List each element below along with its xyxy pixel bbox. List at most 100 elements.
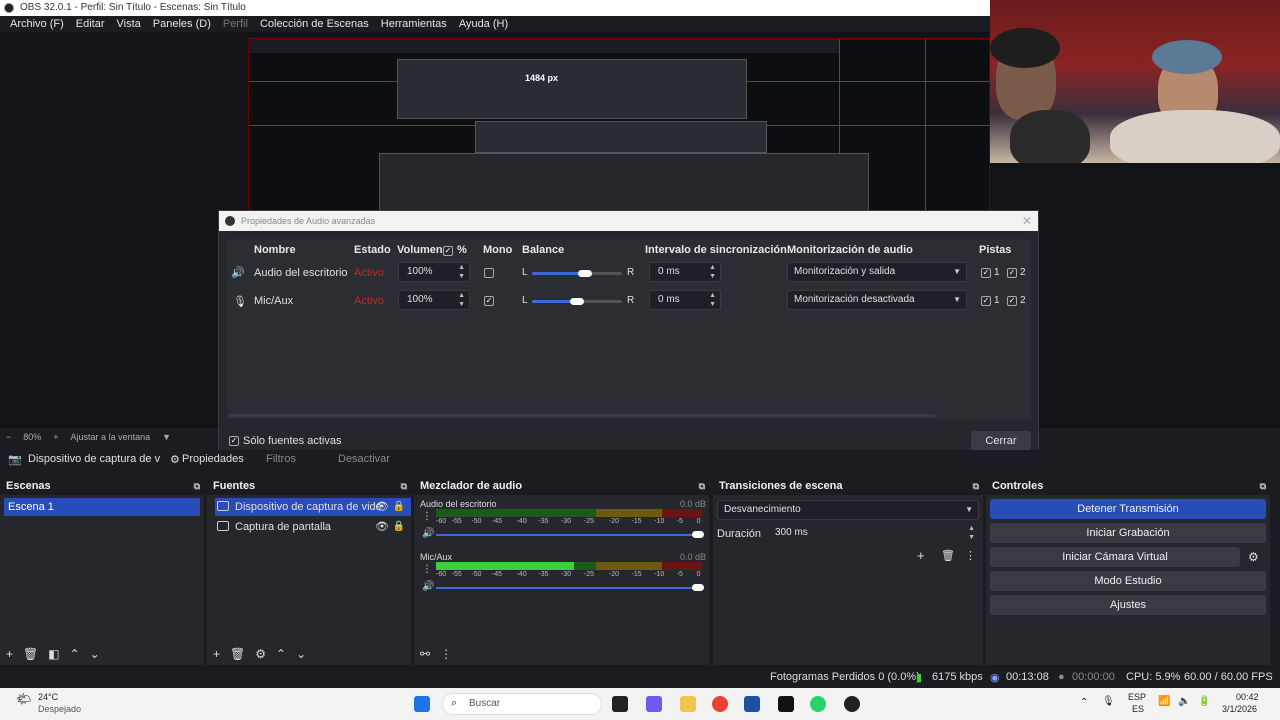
store-icon[interactable] (744, 696, 760, 712)
source-item[interactable]: Captura de pantalla 👁 🔒 (215, 518, 411, 536)
volume-percent-checkbox[interactable]: ✓ (443, 246, 453, 256)
speaker-icon[interactable]: 🔊 (422, 581, 434, 592)
copilot-icon[interactable] (646, 696, 662, 712)
undock-icon[interactable]: ⧉ (699, 477, 705, 495)
taskbar-search[interactable]: ⌕ Buscar (442, 693, 602, 715)
filter-icon[interactable]: ◧ (48, 647, 59, 661)
volume-slider[interactable] (436, 587, 698, 589)
undock-icon[interactable]: ⧉ (1260, 477, 1266, 495)
tiktok-icon[interactable] (778, 696, 794, 712)
duration-spinbox[interactable]: 300 ms ▲ ▼ (767, 524, 979, 544)
track-1-checkbox[interactable]: ✓ (981, 268, 991, 278)
language[interactable]: ESP (1128, 692, 1146, 702)
volume-slider-handle[interactable] (692, 584, 704, 591)
menu-scene-collection[interactable]: Colección de Escenas (254, 16, 375, 32)
chevron-up-icon[interactable]: ⌃ (70, 647, 80, 661)
track-1-checkbox[interactable]: ✓ (981, 296, 991, 306)
sync-offset-spinbox[interactable]: 0 ms ▲ ▼ (649, 290, 721, 310)
chevron-down-icon[interactable]: ⌄ (90, 647, 100, 661)
eye-icon[interactable]: 👁 (375, 498, 389, 516)
monitoring-select[interactable]: Monitorización desactivada ▼ (787, 290, 967, 310)
webcam-feed (990, 0, 1280, 163)
obs-taskbar-icon[interactable] (844, 696, 860, 712)
link-icon[interactable]: ⚯ (420, 647, 430, 661)
close-icon[interactable]: ✕ (1022, 211, 1032, 231)
scene-item[interactable]: Escena 1 (4, 498, 200, 516)
fit-to-window[interactable]: Ajustar a la ventana (71, 432, 151, 442)
spin-arrows-icon[interactable]: ▲ ▼ (458, 263, 465, 281)
spin-arrows-icon[interactable]: ▲ ▼ (968, 524, 975, 542)
chevron-up-icon[interactable]: ⌃ (276, 647, 286, 661)
undock-icon[interactable]: ⧉ (973, 477, 979, 495)
zoom-in-icon[interactable]: + (53, 432, 58, 442)
volume-spinbox[interactable]: 100% ▲ ▼ (398, 290, 470, 310)
spin-arrows-icon[interactable]: ▲ ▼ (709, 263, 716, 281)
menu-file[interactable]: Archivo (F) (4, 16, 70, 32)
chrome-icon[interactable] (712, 696, 728, 712)
zoom-out-icon[interactable]: − (6, 432, 11, 442)
more-icon[interactable]: ⋮ (965, 549, 976, 562)
more-icon[interactable]: ⋮ (440, 647, 452, 661)
filters-button[interactable]: Filtros (266, 453, 296, 465)
volume-icon[interactable]: 🔈 (1178, 696, 1190, 707)
studio-mode-button[interactable]: Modo Estudio (990, 571, 1266, 591)
windows-start-icon[interactable] (414, 696, 430, 712)
properties-button[interactable]: Propiedades (182, 453, 244, 465)
transition-select[interactable]: Desvanecimiento ▼ (717, 500, 979, 520)
balance-slider-handle[interactable] (570, 298, 584, 305)
monitoring-select[interactable]: Monitorización y salida ▼ (787, 262, 967, 282)
menu-tools[interactable]: Herramientas (375, 16, 453, 32)
menu-help[interactable]: Ayuda (H) (453, 16, 514, 32)
menu-edit[interactable]: Editar (70, 16, 111, 32)
deactivate-button[interactable]: Desactivar (338, 453, 390, 465)
gear-icon[interactable]: ⚙ (1248, 550, 1259, 564)
spin-arrows-icon[interactable]: ▲ ▼ (458, 291, 465, 309)
clock-time[interactable]: 00:42 (1236, 692, 1259, 702)
undock-icon[interactable]: ⧉ (401, 477, 407, 495)
volume-spinbox[interactable]: 100% ▲ ▼ (398, 262, 470, 282)
chevron-up-icon[interactable]: ⌃ (1080, 697, 1088, 708)
trash-icon[interactable]: 🗑 (230, 647, 245, 661)
microphone-icon[interactable]: 🎙 (1102, 696, 1115, 707)
battery-icon[interactable]: 🔋 (1198, 696, 1210, 707)
settings-button[interactable]: Ajustes (990, 595, 1266, 615)
chevron-down-icon[interactable]: ▼ (162, 432, 171, 442)
add-icon[interactable]: + (213, 647, 220, 661)
gear-icon[interactable]: ⚙ (255, 647, 266, 661)
terminal-icon[interactable] (612, 696, 628, 712)
lock-icon[interactable]: 🔒 (393, 518, 405, 536)
close-button[interactable]: Cerrar (971, 431, 1031, 451)
wifi-icon[interactable]: 📶 (1158, 696, 1170, 707)
balance-slider-handle[interactable] (578, 270, 592, 277)
volume-slider-handle[interactable] (692, 531, 704, 538)
menu-profile[interactable]: Perfil (217, 16, 254, 32)
start-virtual-camera-button[interactable]: Iniciar Cámara Virtual (990, 547, 1240, 567)
lock-icon[interactable]: 🔒 (393, 498, 405, 516)
mono-checkbox[interactable] (484, 268, 494, 278)
track-2-checkbox[interactable]: ✓ (1007, 268, 1017, 278)
trash-icon[interactable]: 🗑 (23, 647, 38, 661)
file-explorer-icon[interactable] (680, 696, 696, 712)
add-icon[interactable]: + (6, 647, 13, 661)
speaker-icon[interactable]: 🔊 (422, 528, 434, 539)
add-icon[interactable]: + (917, 548, 925, 563)
undock-icon[interactable]: ⧉ (194, 477, 200, 495)
horizontal-scrollbar[interactable] (229, 414, 935, 417)
start-recording-button[interactable]: Iniciar Grabación (990, 523, 1266, 543)
stop-streaming-button[interactable]: Detener Transmisión (990, 499, 1266, 519)
trash-icon[interactable]: 🗑 (941, 549, 955, 562)
mono-checkbox[interactable]: ✓ (484, 296, 494, 306)
spin-arrows-icon[interactable]: ▲ ▼ (709, 291, 716, 309)
eye-icon[interactable]: 👁 (375, 518, 389, 536)
more-icon[interactable]: ⋮ (422, 564, 432, 575)
chevron-down-icon[interactable]: ⌄ (296, 647, 306, 661)
track-2-checkbox[interactable]: ✓ (1007, 296, 1017, 306)
menu-view[interactable]: Vista (111, 16, 147, 32)
more-icon[interactable]: ⋮ (422, 511, 432, 522)
sync-offset-spinbox[interactable]: 0 ms ▲ ▼ (649, 262, 721, 282)
menu-docks[interactable]: Paneles (D) (147, 16, 217, 32)
only-active-checkbox[interactable]: ✓ (229, 436, 239, 446)
volume-slider[interactable] (436, 534, 698, 536)
source-item[interactable]: Dispositivo de captura de vide 👁 🔒 (215, 498, 411, 516)
whatsapp-icon[interactable] (810, 696, 826, 712)
